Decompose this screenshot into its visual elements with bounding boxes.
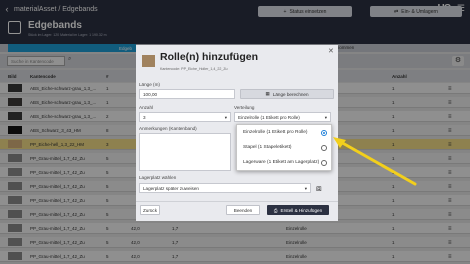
- annotation-arrow: [333, 137, 417, 186]
